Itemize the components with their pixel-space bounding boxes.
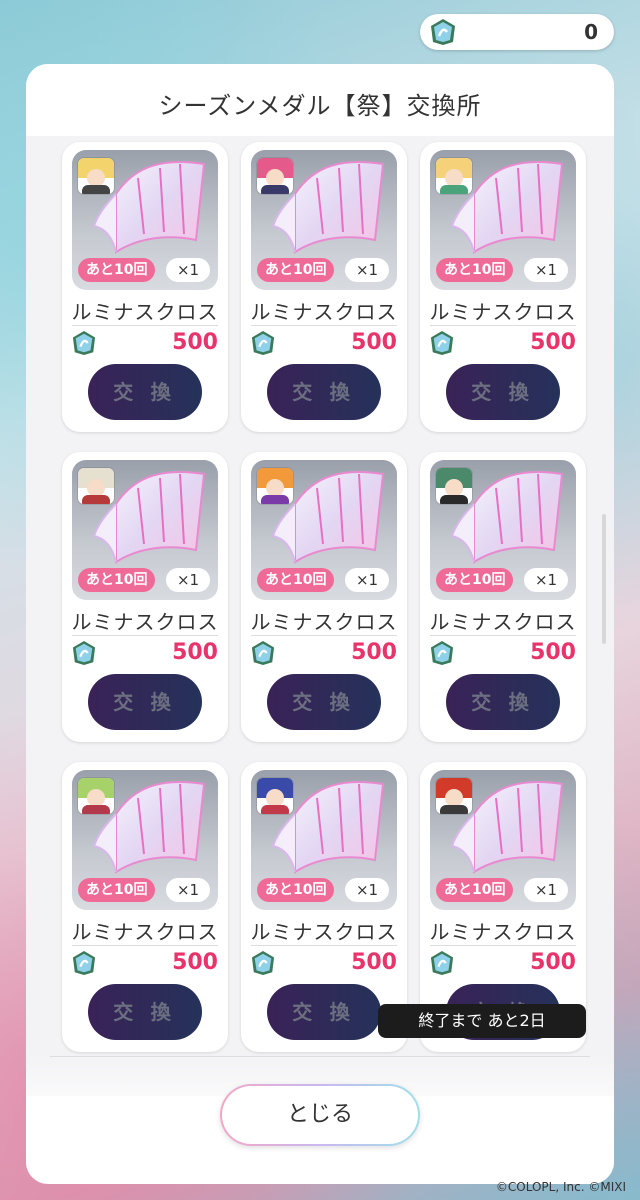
item-name: ルミナスクロス [71, 300, 219, 324]
season-medal-icon [251, 330, 275, 360]
remaining-badge: あと10回 [257, 878, 335, 902]
divider [251, 325, 397, 326]
divider [251, 635, 397, 636]
item-name: ルミナスクロス [250, 610, 398, 634]
exchange-button[interactable]: 交 換 [267, 674, 381, 730]
item-name: ルミナスクロス [71, 610, 219, 634]
item-thumbnail: あと10回 ×1 [72, 770, 218, 910]
price: 500 [172, 330, 218, 355]
close-button[interactable]: とじる [220, 1084, 420, 1146]
item-thumbnail: あと10回 ×1 [251, 150, 397, 290]
exchange-panel: シーズンメダル【祭】交換所 あと10回 ×1 ルミナスクロス 500 交 換あと10回 ×… [26, 64, 614, 1184]
exchange-button[interactable]: 交 換 [88, 364, 202, 420]
exchange-button[interactable]: 交 換 [88, 984, 202, 1040]
item-thumbnail: あと10回 ×1 [251, 460, 397, 600]
quantity-badge: ×1 [166, 878, 210, 902]
divider [72, 945, 218, 946]
item-card: あと10回 ×1 ルミナスクロス 500 交 換 [62, 762, 228, 1052]
item-thumbnail: あと10回 ×1 [430, 460, 576, 600]
exchange-button[interactable]: 交 換 [88, 674, 202, 730]
remaining-badge: あと10回 [78, 878, 156, 902]
copyright: ©COLOPL, Inc. ©MIXI [495, 1180, 626, 1194]
character-avatar [78, 778, 114, 814]
quantity-badge: ×1 [166, 258, 210, 282]
season-medal-icon [72, 640, 96, 670]
quantity-badge: ×1 [524, 878, 568, 902]
item-name: ルミナスクロス [250, 920, 398, 944]
remaining-badge: あと10回 [257, 568, 335, 592]
season-medal-icon [251, 640, 275, 670]
remaining-badge: あと10回 [436, 568, 514, 592]
item-list[interactable]: あと10回 ×1 ルミナスクロス 500 交 換あと10回 ×1 ルミナスクロス 500 交 換… [26, 136, 614, 1096]
season-medal-icon [251, 950, 275, 980]
season-medal-icon [430, 330, 454, 360]
panel-header: シーズンメダル【祭】交換所 [26, 64, 614, 137]
exchange-button[interactable]: 交 換 [446, 364, 560, 420]
price: 500 [351, 950, 397, 975]
divider [72, 325, 218, 326]
quantity-badge: ×1 [524, 258, 568, 282]
item-card: あと10回 ×1 ルミナスクロス 500 交 換 [241, 142, 407, 432]
season-medal-icon [72, 950, 96, 980]
character-avatar [436, 468, 472, 504]
item-card: あと10回 ×1 ルミナスクロス 500 交 換 [420, 452, 586, 742]
exchange-button[interactable]: 交 換 [267, 364, 381, 420]
price: 500 [530, 640, 576, 665]
price: 500 [530, 950, 576, 975]
season-medal-icon [72, 330, 96, 360]
item-thumbnail: あと10回 ×1 [251, 770, 397, 910]
divider [50, 1056, 590, 1057]
quantity-badge: ×1 [524, 568, 568, 592]
end-notice: 終了まで あと2日 [378, 1004, 586, 1038]
item-card: あと10回 ×1 ルミナスクロス 500 交 換 [62, 452, 228, 742]
character-avatar [257, 468, 293, 504]
item-card: あと10回 ×1 ルミナスクロス 500 交 換 [420, 142, 586, 432]
scrollbar[interactable] [602, 514, 606, 644]
quantity-badge: ×1 [166, 568, 210, 592]
item-thumbnail: あと10回 ×1 [72, 150, 218, 290]
currency-display: 0 [420, 14, 614, 50]
season-medal-icon [430, 950, 454, 980]
price: 500 [351, 640, 397, 665]
item-thumbnail: あと10回 ×1 [430, 770, 576, 910]
divider [251, 945, 397, 946]
price: 500 [530, 330, 576, 355]
season-medal-icon [430, 640, 454, 670]
divider [72, 635, 218, 636]
remaining-badge: あと10回 [257, 258, 335, 282]
divider [430, 945, 576, 946]
season-medal-icon [430, 18, 456, 50]
character-avatar [78, 158, 114, 194]
character-avatar [436, 778, 472, 814]
item-name: ルミナスクロス [429, 920, 577, 944]
remaining-badge: あと10回 [78, 568, 156, 592]
exchange-button[interactable]: 交 換 [446, 674, 560, 730]
divider [430, 325, 576, 326]
remaining-badge: あと10回 [436, 258, 514, 282]
item-thumbnail: あと10回 ×1 [72, 460, 218, 600]
divider [430, 635, 576, 636]
remaining-badge: あと10回 [78, 258, 156, 282]
price: 500 [351, 330, 397, 355]
item-name: ルミナスクロス [250, 300, 398, 324]
page-title: シーズンメダル【祭】交換所 [158, 92, 482, 120]
item-card: あと10回 ×1 ルミナスクロス 500 交 換 [62, 142, 228, 432]
price: 500 [172, 640, 218, 665]
character-avatar [436, 158, 472, 194]
item-name: ルミナスクロス [429, 300, 577, 324]
item-name: ルミナスクロス [71, 920, 219, 944]
quantity-badge: ×1 [345, 878, 389, 902]
quantity-badge: ×1 [345, 568, 389, 592]
currency-count: 0 [584, 20, 598, 44]
exchange-button[interactable]: 交 換 [267, 984, 381, 1040]
item-thumbnail: あと10回 ×1 [430, 150, 576, 290]
character-avatar [78, 468, 114, 504]
quantity-badge: ×1 [345, 258, 389, 282]
remaining-badge: あと10回 [436, 878, 514, 902]
price: 500 [172, 950, 218, 975]
character-avatar [257, 158, 293, 194]
item-card: あと10回 ×1 ルミナスクロス 500 交 換 [241, 452, 407, 742]
item-name: ルミナスクロス [429, 610, 577, 634]
character-avatar [257, 778, 293, 814]
